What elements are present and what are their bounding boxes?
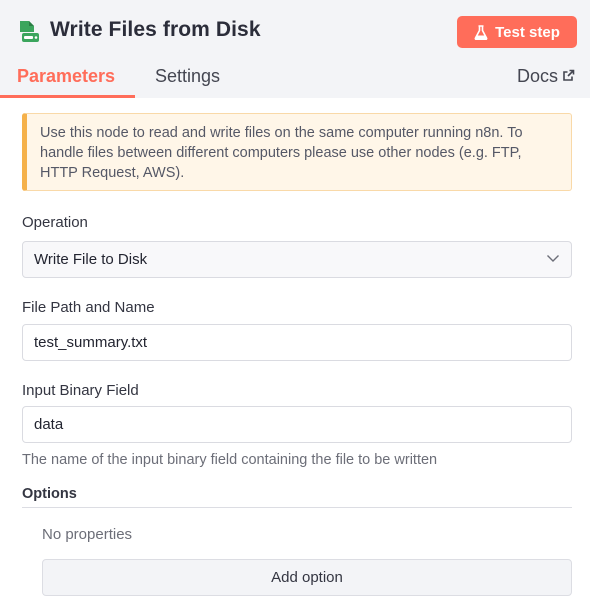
- file-path-input[interactable]: test_summary.txt: [22, 324, 572, 361]
- binary-field-label: Input Binary Field: [22, 382, 139, 399]
- info-notice: Use this node to read and write files on…: [22, 113, 572, 191]
- operation-label: Operation: [22, 214, 88, 231]
- tab-parameters[interactable]: Parameters: [17, 66, 115, 87]
- file-disk-icon: [16, 20, 40, 44]
- external-link-icon: [562, 66, 575, 87]
- binary-field-input[interactable]: data: [22, 406, 572, 443]
- flask-icon: [474, 24, 488, 40]
- tab-settings[interactable]: Settings: [155, 66, 220, 87]
- chevron-down-icon: [546, 251, 560, 269]
- file-path-label: File Path and Name: [22, 299, 155, 316]
- active-tab-indicator: [0, 95, 135, 98]
- add-option-button[interactable]: Add option: [42, 559, 572, 596]
- options-title: Options: [22, 486, 77, 502]
- binary-field-hint: The name of the input binary field conta…: [22, 452, 438, 468]
- operation-value: Write File to Disk: [34, 251, 148, 268]
- no-properties-text: No properties: [42, 526, 133, 543]
- docs-label: Docs: [517, 66, 559, 86]
- node-title: Write Files from Disk: [50, 18, 261, 41]
- test-step-label: Test step: [495, 23, 560, 41]
- node-header: Write Files from Disk Test step Paramete…: [0, 0, 590, 98]
- docs-link[interactable]: Docs: [517, 66, 575, 87]
- options-divider: [22, 507, 572, 508]
- test-step-button[interactable]: Test step: [457, 16, 577, 48]
- operation-select[interactable]: Write File to Disk: [22, 241, 572, 278]
